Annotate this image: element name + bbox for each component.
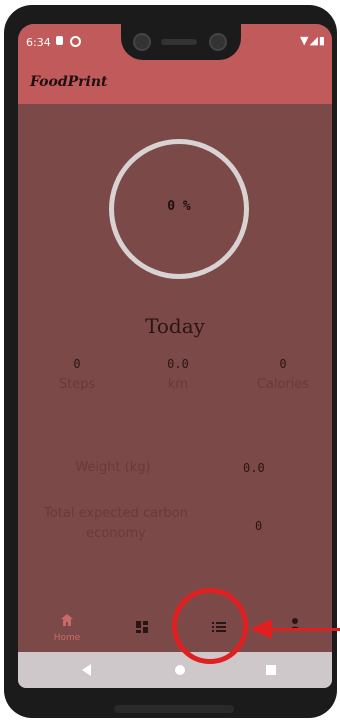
section-title-today: Today xyxy=(145,314,205,338)
steps-label: Steps xyxy=(58,377,96,392)
status-bar: 6:34 ▼◢▮ xyxy=(18,24,332,60)
camera-notch xyxy=(121,24,241,60)
home-button-icon[interactable] xyxy=(175,665,185,675)
km-value: 0.0 xyxy=(167,357,189,371)
progress-percent: 0 % xyxy=(167,199,191,214)
status-time: 6:34 xyxy=(26,36,51,49)
phone-frame: 6:34 ▼◢▮ FoodPrint 0 % Today 0 Steps 0.0… xyxy=(4,5,337,718)
nav-home[interactable]: Home xyxy=(42,612,92,648)
sensor-icon xyxy=(209,33,227,51)
steps-value: 0 xyxy=(73,357,81,371)
weight-label: Weight (kg) xyxy=(75,460,151,475)
carbon-value: 0 xyxy=(255,519,263,533)
screen: 6:34 ▼◢▮ FoodPrint 0 % Today 0 Steps 0.0… xyxy=(18,24,332,688)
carbon-label: Total expected carbon economy xyxy=(36,504,196,544)
recents-icon[interactable] xyxy=(266,665,276,675)
back-icon[interactable] xyxy=(82,664,91,676)
speaker-grille xyxy=(161,39,197,45)
phone-chin xyxy=(114,705,234,713)
stat-calories: 0 Calories xyxy=(238,357,328,392)
front-camera-icon xyxy=(133,33,151,51)
calories-label: Calories xyxy=(256,377,310,392)
app-title: FoodPrint xyxy=(30,74,108,90)
highlight-arrow-line xyxy=(270,628,340,631)
stat-km: 0.0 km xyxy=(133,357,223,392)
calories-value: 0 xyxy=(279,357,287,371)
carbon-label-line1: Total expected carbon xyxy=(44,506,188,521)
carbon-label-line2: economy xyxy=(86,526,146,541)
home-icon xyxy=(61,614,73,626)
dashboard-icon xyxy=(136,621,148,633)
sd-card-icon xyxy=(56,36,63,45)
km-label: km xyxy=(167,377,189,392)
app-bar: FoodPrint xyxy=(18,60,332,104)
nav-dashboard[interactable] xyxy=(117,612,167,648)
system-navigation-bar xyxy=(18,652,332,688)
highlight-circle xyxy=(172,588,248,664)
nav-home-label: Home xyxy=(53,633,81,643)
highlight-arrow-head xyxy=(250,619,272,639)
stat-steps: 0 Steps xyxy=(32,357,122,392)
weight-value[interactable]: 0.0 xyxy=(243,461,265,475)
signal-battery-icons: ▼◢▮ xyxy=(300,34,326,47)
sync-icon xyxy=(70,36,81,47)
